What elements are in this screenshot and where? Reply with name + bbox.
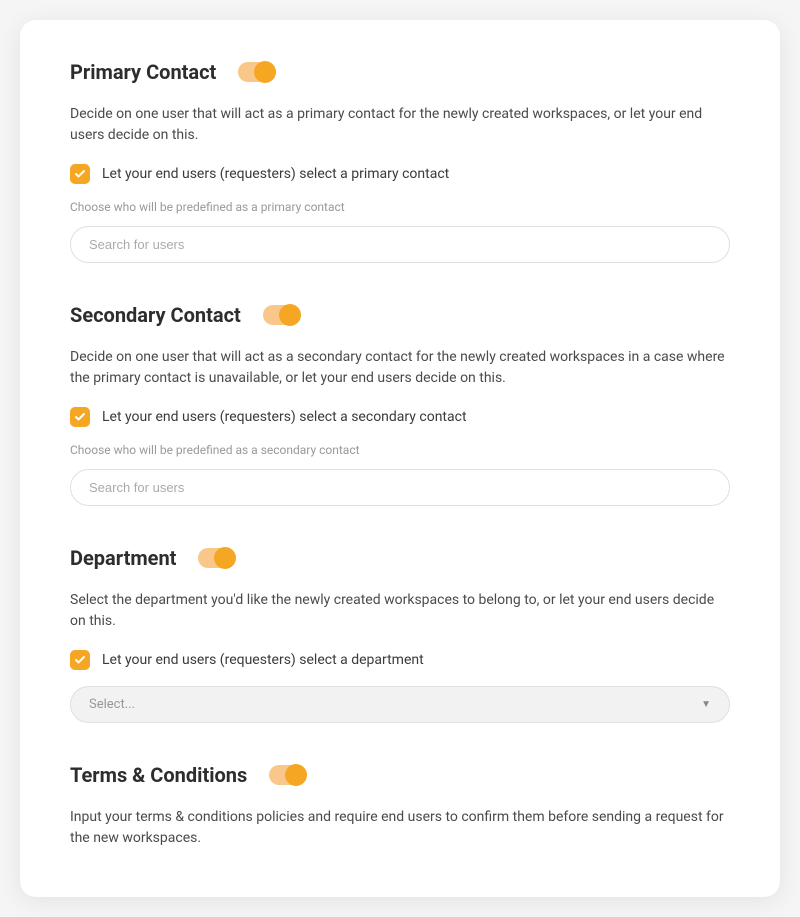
secondary-contact-title: Secondary Contact	[70, 303, 241, 327]
secondary-contact-checkbox-label: Let your end users (requesters) select a…	[102, 409, 467, 425]
department-select-placeholder: Select...	[89, 697, 135, 712]
department-title: Department	[70, 546, 176, 570]
secondary-contact-search-input[interactable]	[70, 469, 730, 506]
secondary-contact-section: Secondary Contact Decide on one user tha…	[70, 303, 730, 506]
department-toggle[interactable]	[198, 548, 234, 568]
primary-contact-toggle[interactable]	[238, 62, 274, 82]
secondary-contact-checkbox-row: Let your end users (requesters) select a…	[70, 407, 730, 427]
settings-card: Primary Contact Decide on one user that …	[20, 20, 780, 897]
primary-contact-header: Primary Contact	[70, 60, 730, 84]
checkmark-icon	[74, 168, 86, 180]
secondary-contact-description: Decide on one user that will act as a se…	[70, 347, 730, 389]
department-section: Department Select the department you'd l…	[70, 546, 730, 723]
toggle-knob-icon	[279, 304, 301, 326]
primary-contact-description: Decide on one user that will act as a pr…	[70, 104, 730, 146]
primary-contact-helper: Choose who will be predefined as a prima…	[70, 200, 730, 214]
primary-contact-checkbox-label: Let your end users (requesters) select a…	[102, 166, 449, 182]
primary-contact-section: Primary Contact Decide on one user that …	[70, 60, 730, 263]
department-header: Department	[70, 546, 730, 570]
checkmark-icon	[74, 411, 86, 423]
department-description: Select the department you'd like the new…	[70, 590, 730, 632]
primary-contact-search-input[interactable]	[70, 226, 730, 263]
department-checkbox-label: Let your end users (requesters) select a…	[102, 652, 424, 668]
department-select-wrapper: Select... ▼	[70, 686, 730, 723]
terms-title: Terms & Conditions	[70, 763, 247, 787]
primary-contact-title: Primary Contact	[70, 60, 216, 84]
primary-contact-checkbox[interactable]	[70, 164, 90, 184]
terms-description: Input your terms & conditions policies a…	[70, 807, 730, 849]
toggle-knob-icon	[254, 61, 276, 83]
toggle-knob-icon	[214, 547, 236, 569]
department-checkbox-row: Let your end users (requesters) select a…	[70, 650, 730, 670]
secondary-contact-header: Secondary Contact	[70, 303, 730, 327]
toggle-knob-icon	[285, 764, 307, 786]
chevron-down-icon: ▼	[701, 699, 711, 710]
secondary-contact-toggle[interactable]	[263, 305, 299, 325]
checkmark-icon	[74, 654, 86, 666]
secondary-contact-checkbox[interactable]	[70, 407, 90, 427]
primary-contact-checkbox-row: Let your end users (requesters) select a…	[70, 164, 730, 184]
department-checkbox[interactable]	[70, 650, 90, 670]
secondary-contact-helper: Choose who will be predefined as a secon…	[70, 443, 730, 457]
terms-header: Terms & Conditions	[70, 763, 730, 787]
terms-section: Terms & Conditions Input your terms & co…	[70, 763, 730, 849]
terms-toggle[interactable]	[269, 765, 305, 785]
department-select[interactable]: Select... ▼	[70, 686, 730, 723]
